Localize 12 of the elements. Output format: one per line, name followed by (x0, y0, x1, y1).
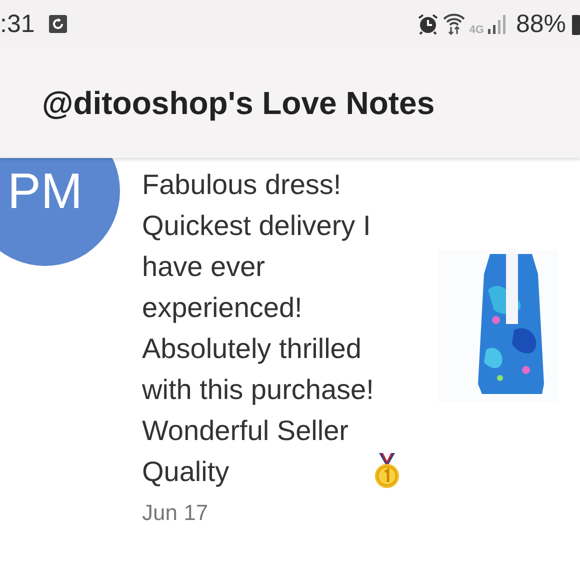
battery-percent: 88% (516, 10, 566, 38)
alarm-icon (417, 13, 440, 35)
wifi-icon (443, 12, 466, 36)
network-type: 4G (469, 24, 484, 36)
battery-icon (572, 13, 580, 35)
review-text: Fabulous dress! Quickest delivery I have ever experienced! Absolutely thrilled with this purchase! Wonderful Seller Quality (142, 168, 374, 489)
signal-icon (488, 14, 506, 34)
note-date: Jun 17 (142, 500, 210, 526)
page-title: @ditooshop's Love Notes (42, 84, 435, 122)
clock-time: :31 (0, 10, 35, 38)
refresh-icon (48, 15, 67, 33)
medal-icon (374, 453, 400, 489)
